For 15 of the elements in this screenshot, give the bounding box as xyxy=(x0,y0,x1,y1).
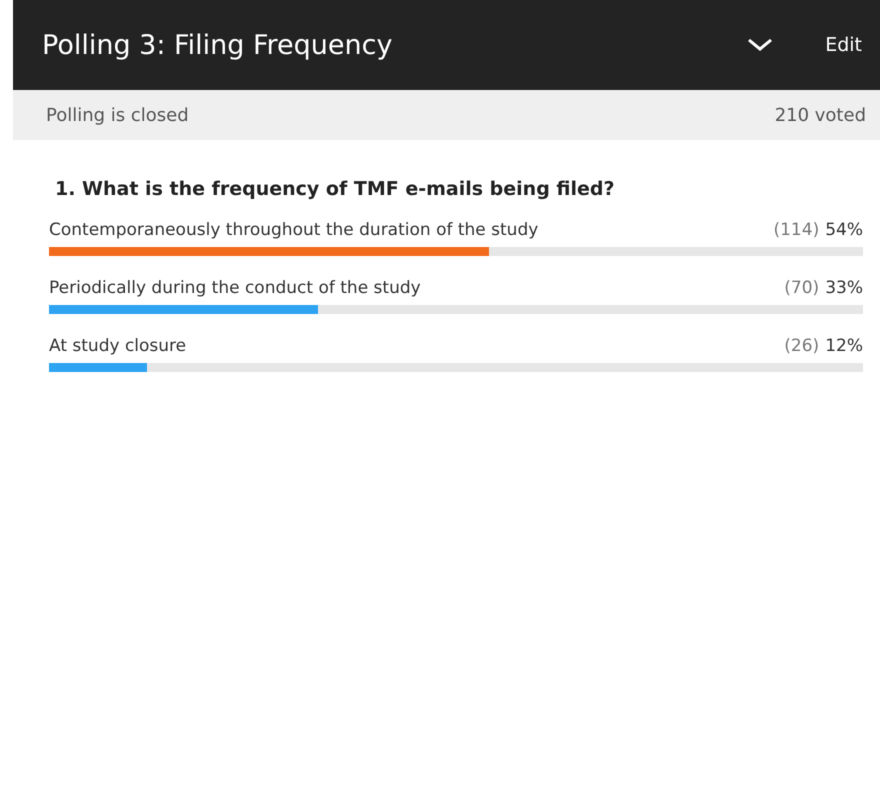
vote-percent: 54% xyxy=(825,220,863,240)
vote-count: (114) xyxy=(773,220,820,240)
option-label: Contemporaneously throughout the duration of the study xyxy=(49,220,538,240)
question-text: 1. What is the frequency of TMF e-mails being filed? xyxy=(55,178,616,200)
edit-button[interactable]: Edit xyxy=(825,34,862,56)
vote-percent: 12% xyxy=(825,336,863,356)
chevron-icon[interactable] xyxy=(747,38,774,52)
vote-percent: 33% xyxy=(825,278,863,298)
poll-title: Polling 3: Filing Frequency xyxy=(42,30,394,60)
vote-total: 210 voted xyxy=(774,104,866,126)
vote-count: (70) xyxy=(784,278,820,298)
option-label: At study closure xyxy=(49,336,186,356)
option-label: Periodically during the conduct of the study xyxy=(49,278,421,298)
vote-count: (26) xyxy=(784,336,820,356)
poll-status: Polling is closed xyxy=(46,104,189,126)
